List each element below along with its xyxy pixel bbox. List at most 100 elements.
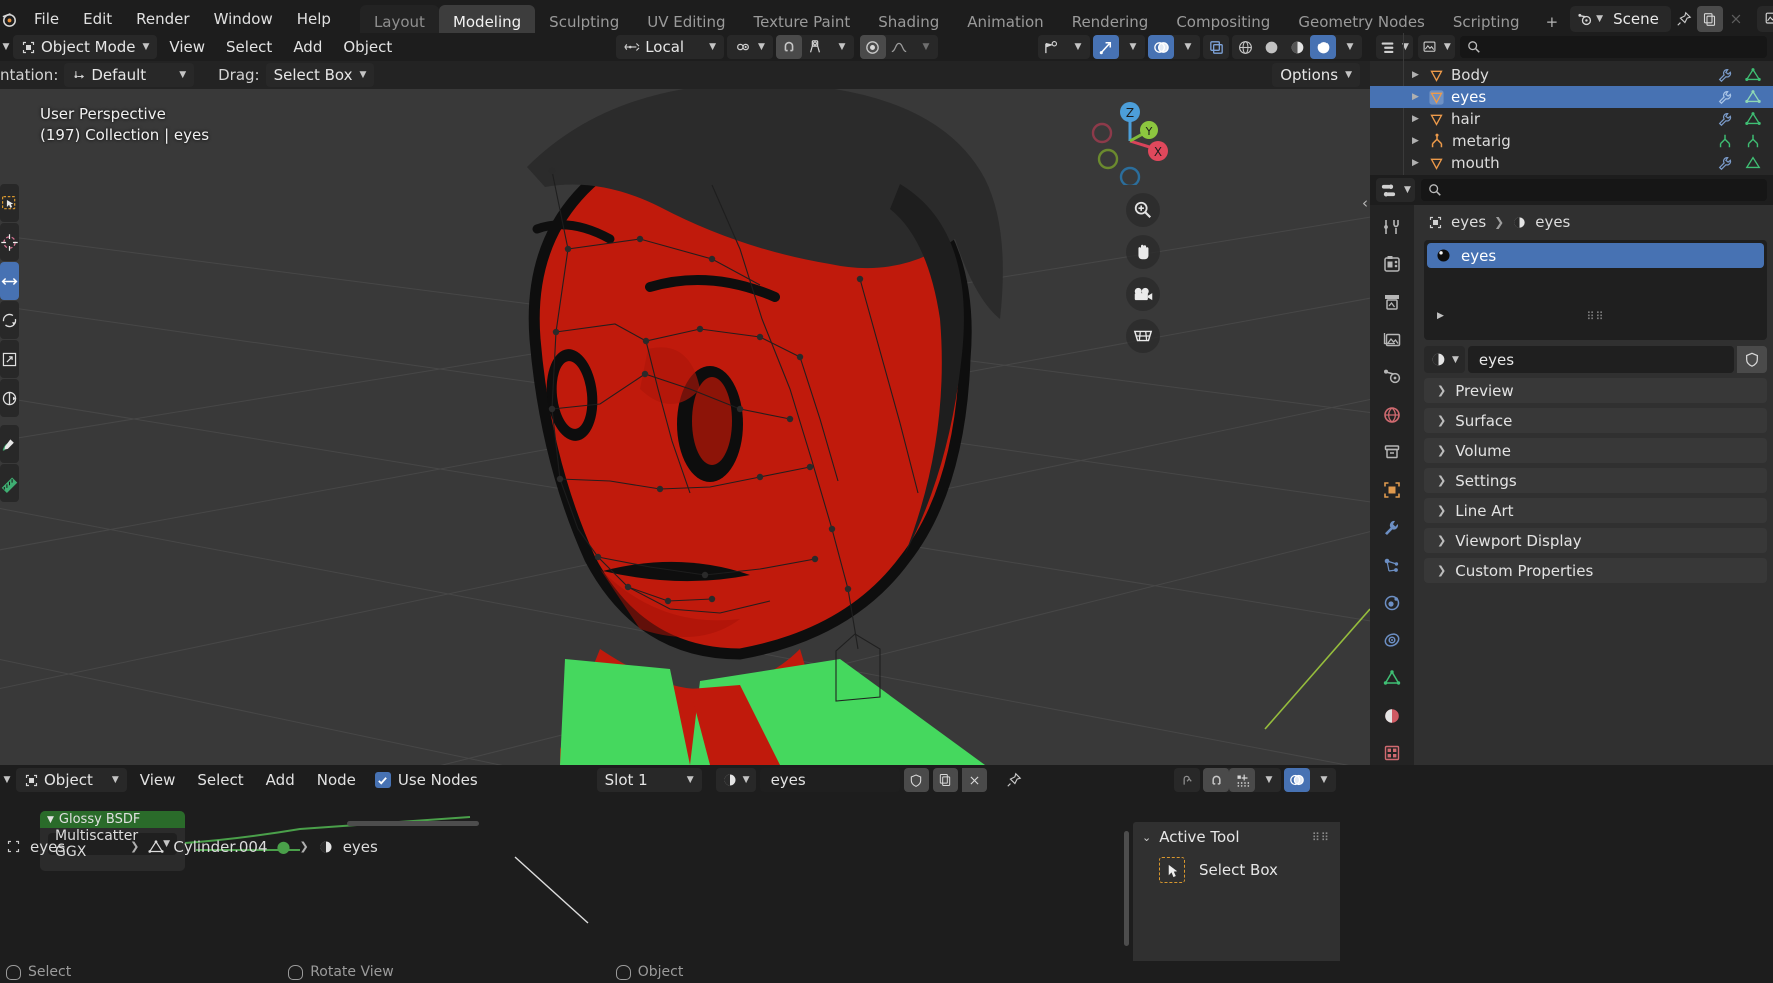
outliner-item-eyes[interactable]: ▶ eyes	[1370, 86, 1773, 108]
tab-modifiers[interactable]	[1379, 516, 1405, 540]
slot-specials-icon[interactable]: ▶	[1437, 311, 1444, 321]
menu-edit[interactable]: Edit	[72, 6, 123, 32]
active-tool-panel-header[interactable]: ⌄ Active Tool ⠿⠿	[1133, 822, 1340, 852]
resize-grip-icon[interactable]: ⠿⠿	[1586, 310, 1604, 323]
move-view-icon[interactable]	[1126, 235, 1160, 269]
mesh-object-icon[interactable]	[1745, 67, 1761, 83]
shader-type-dropdown[interactable]: Object ▼	[16, 768, 127, 792]
tab-output[interactable]	[1379, 290, 1405, 314]
delete-scene-icon[interactable]	[1723, 6, 1749, 32]
modifier-wrench-icon[interactable]	[1717, 67, 1733, 83]
outliner-search-input[interactable]	[1459, 36, 1767, 58]
browse-shader-material-button[interactable]: ▼	[715, 768, 756, 792]
node-scrollbar-secondary[interactable]	[347, 821, 479, 826]
modifier-wrench-icon[interactable]	[1717, 155, 1733, 171]
shader-snap-chevron-icon[interactable]: ▼	[1255, 768, 1281, 792]
breadcrumb-object-name[interactable]: eyes	[1451, 213, 1486, 231]
armature-data-icon[interactable]	[1717, 133, 1733, 149]
tab-view-layer[interactable]	[1379, 328, 1405, 352]
outliner-item-body[interactable]: ▶ Body	[1370, 64, 1773, 86]
outliner-item-mouth[interactable]: ▶ mouth	[1370, 152, 1773, 174]
tool-transform[interactable]	[0, 379, 19, 417]
navigation-gizmo[interactable]: Z X Y	[1086, 97, 1174, 185]
viewport-menu-add[interactable]: Add	[284, 36, 331, 58]
shader-pin-icon[interactable]	[1001, 767, 1027, 793]
show-gizmo-visibility-icon[interactable]	[1038, 35, 1064, 59]
tool-select-box[interactable]	[0, 184, 19, 222]
proportional-toggle-icon[interactable]	[859, 35, 886, 59]
show-gizmo-icon[interactable]	[1093, 35, 1119, 59]
viewlayer-selector[interactable]: ▼	[1756, 6, 1773, 32]
disclosure-icon[interactable]: ▶	[1412, 92, 1422, 102]
snap-target-icon[interactable]	[802, 35, 828, 59]
browse-material-button[interactable]: ▼	[1424, 346, 1465, 373]
transform-orientation-dropdown[interactable]: Local ▼	[616, 35, 725, 59]
panel-custom-properties[interactable]: ❯ Custom Properties	[1424, 558, 1767, 583]
shader-menu-select[interactable]: Select	[188, 769, 252, 791]
new-scene-icon[interactable]	[1696, 6, 1723, 32]
breadcrumb-object[interactable]: eyes	[30, 838, 65, 856]
solid-shading-icon[interactable]	[1258, 35, 1284, 59]
material-name-field[interactable]: eyes	[1467, 346, 1734, 373]
panel-settings[interactable]: ❯ Settings	[1424, 468, 1767, 493]
viewport-menu-view[interactable]: View	[160, 36, 214, 58]
tool-measure[interactable]	[0, 464, 19, 502]
shader-overlays-icon[interactable]	[1284, 768, 1310, 792]
visibility-chevron-icon[interactable]: ▼	[1064, 35, 1090, 59]
use-nodes-checkbox-icon[interactable]	[374, 772, 391, 788]
panel-preview[interactable]: ❯ Preview	[1424, 378, 1767, 403]
tab-scene[interactable]	[1379, 365, 1405, 389]
toggle-xray-icon[interactable]	[1203, 35, 1229, 59]
shader-snap-grid-icon[interactable]	[1229, 768, 1255, 792]
modifier-wrench-icon[interactable]	[1717, 89, 1733, 105]
material-slot-list[interactable]: eyes ▶ ⠿⠿	[1424, 240, 1767, 340]
disclosure-icon[interactable]: ▶	[1412, 136, 1422, 146]
select-box-tool-icon[interactable]	[1159, 857, 1185, 883]
toggle-perspective-icon[interactable]	[1126, 319, 1160, 353]
tab-material[interactable]	[1379, 704, 1405, 728]
tab-object[interactable]	[1379, 478, 1405, 502]
pin-scene-icon[interactable]	[1671, 6, 1697, 32]
shader-menu-add[interactable]: Add	[257, 769, 304, 791]
outliner-editor-type-icon[interactable]: ▼	[1376, 35, 1413, 59]
shader-unlink-material-icon[interactable]	[961, 768, 987, 792]
menu-window[interactable]: Window	[203, 6, 284, 32]
panel-line-art[interactable]: ❯ Line Art	[1424, 498, 1767, 523]
armature-object-icon[interactable]	[1745, 133, 1761, 149]
material-slot-row[interactable]: eyes	[1427, 243, 1764, 268]
breadcrumb-mesh[interactable]: Cylinder.004	[173, 838, 267, 856]
mesh-object-icon[interactable]	[1745, 155, 1761, 171]
shader-menu-view[interactable]: View	[131, 769, 185, 791]
viewport-menu-object[interactable]: Object	[334, 36, 401, 58]
tab-render[interactable]	[1379, 253, 1405, 277]
scene-selector[interactable]: ▼ Scene	[1570, 6, 1671, 32]
orientation-dropdown[interactable]: Default ▼	[64, 63, 195, 87]
mesh-object-icon[interactable]	[1745, 89, 1761, 105]
node-collapse-icon[interactable]: ▼	[47, 815, 54, 825]
disclosure-icon[interactable]: ▶	[1412, 158, 1422, 168]
tab-physics[interactable]	[1379, 591, 1405, 615]
use-nodes-toggle[interactable]: Use Nodes	[374, 771, 478, 789]
tab-particles[interactable]	[1379, 553, 1405, 577]
panel-volume[interactable]: ❯ Volume	[1424, 438, 1767, 463]
tool-rotate[interactable]	[0, 301, 19, 339]
tab-constraints[interactable]	[1379, 629, 1405, 653]
tab-collection[interactable]	[1379, 441, 1405, 465]
shader-material-name-field[interactable]: eyes	[759, 768, 900, 792]
3d-viewport[interactable]: User Perspective (197) Collection | eyes	[0, 89, 1370, 765]
falloff-curve-icon[interactable]	[886, 35, 912, 59]
properties-editor-type-icon[interactable]: ▼	[1376, 178, 1415, 202]
shader-fake-user-shield-icon[interactable]	[903, 768, 929, 792]
outliner-item-metarig[interactable]: ▶ metarig	[1370, 130, 1773, 152]
snap-chevron-icon[interactable]: ▼	[828, 35, 854, 59]
tool-move[interactable]	[0, 262, 19, 300]
menu-render[interactable]: Render	[125, 6, 200, 32]
editor-type-icon[interactable]: ▼	[0, 42, 10, 52]
go-to-parent-icon[interactable]	[1174, 768, 1200, 792]
shader-node-canvas[interactable]: ▼ Glossy BSDF Multiscatter GGX ▼ eyes ❯	[0, 795, 1340, 983]
menu-help[interactable]: Help	[286, 6, 342, 32]
breadcrumb-material-name[interactable]: eyes	[1535, 213, 1570, 231]
panel-surface[interactable]: ❯ Surface	[1424, 408, 1767, 433]
options-dropdown[interactable]: Options ▼	[1272, 63, 1360, 87]
tab-object-data[interactable]	[1379, 666, 1405, 690]
